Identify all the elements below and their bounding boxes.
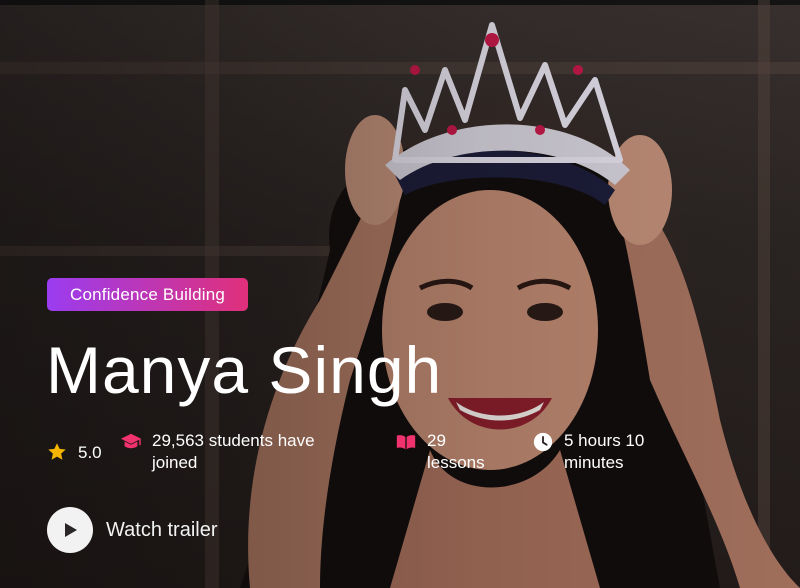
star-icon: [48, 443, 66, 460]
watch-trailer-button[interactable]: Watch trailer: [47, 507, 218, 553]
watch-trailer-label[interactable]: Watch trailer: [106, 519, 218, 542]
duration-value: 5 hours 10 minutes: [564, 431, 645, 472]
course-hero: Confidence Building Manya Singh 5.0 29,5…: [0, 0, 800, 588]
students-stat: 29,563 students have joined: [120, 430, 350, 474]
rating-stat: 5.0: [46, 442, 102, 464]
open-book-icon: [396, 435, 416, 450]
duration-stat: 5 hours 10 minutes: [532, 430, 672, 474]
instructor-name: Manya Singh: [46, 333, 443, 407]
rating-value: 5.0: [78, 443, 102, 462]
students-count: 29,563 students have joined: [152, 431, 315, 472]
course-stats: 5.0 29,563 students have joined 29 lesso…: [0, 430, 800, 480]
play-button[interactable]: [47, 507, 93, 553]
category-badge[interactable]: Confidence Building: [47, 278, 249, 311]
lessons-stat: 29 lessons: [395, 430, 505, 474]
clock-icon: [533, 432, 553, 452]
graduation-cap-icon: [120, 433, 142, 449]
lessons-count: 29 lessons: [427, 431, 485, 472]
play-icon: [65, 523, 77, 537]
